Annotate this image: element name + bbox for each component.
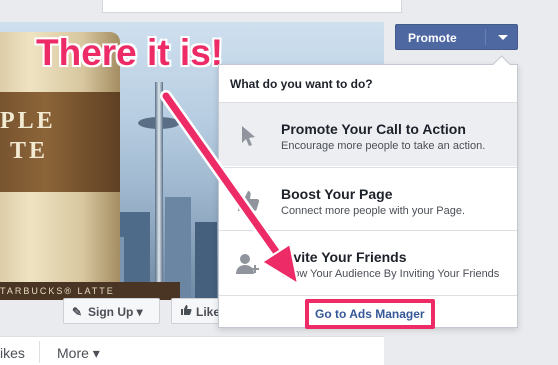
top-strip <box>0 0 558 14</box>
tab-likes[interactable]: ikes <box>0 345 25 361</box>
space-needle <box>155 82 163 282</box>
tab-divider <box>39 341 40 363</box>
menu-item-invite-friends[interactable]: Invite Your Friends Grow Your Audience B… <box>219 230 517 294</box>
building <box>195 222 217 300</box>
search-area[interactable] <box>102 0 402 13</box>
annotation-title: There it is! <box>36 32 224 73</box>
tab-more[interactable]: More ▾ <box>57 345 100 362</box>
menu-item-title: Invite Your Friends <box>281 249 407 265</box>
menu-item-description: Grow Your Audience By Inviting Your Frie… <box>281 268 500 280</box>
sign-up-button[interactable]: ✎ Sign Up ▾ <box>63 298 160 324</box>
dropdown-header: What do you want to do? <box>230 77 373 91</box>
chevron-down-icon[interactable] <box>498 35 508 40</box>
menu-item-promote-cta[interactable]: Promote Your Call to Action Encourage mo… <box>219 102 517 166</box>
promote-button[interactable]: Promote <box>395 24 518 50</box>
cursor-icon <box>235 123 261 149</box>
pencil-icon: ✎ <box>72 305 83 319</box>
menu-item-description: Connect more people with your Page. <box>281 205 466 217</box>
add-friend-icon <box>235 251 261 277</box>
thumbs-up-icon <box>235 188 261 214</box>
thumbs-up-icon <box>180 299 192 325</box>
page-tabs: ikes More ▾ <box>0 336 384 365</box>
cup-label-text: PLE TE <box>0 108 56 164</box>
dropdown-footer: Go to Ads Manager <box>219 295 517 329</box>
menu-item-boost-page[interactable]: Boost Your Page Connect more people with… <box>219 167 517 231</box>
menu-item-title: Promote Your Call to Action <box>281 121 466 137</box>
menu-item-title: Boost Your Page <box>281 186 393 202</box>
promote-label: Promote <box>408 31 457 45</box>
go-to-ads-manager-link[interactable]: Go to Ads Manager <box>305 299 435 329</box>
promote-divider <box>485 29 486 45</box>
menu-item-description: Encourage more people to take an action. <box>281 140 486 152</box>
promote-dropdown: What do you want to do? Promote Your Cal… <box>218 55 518 329</box>
